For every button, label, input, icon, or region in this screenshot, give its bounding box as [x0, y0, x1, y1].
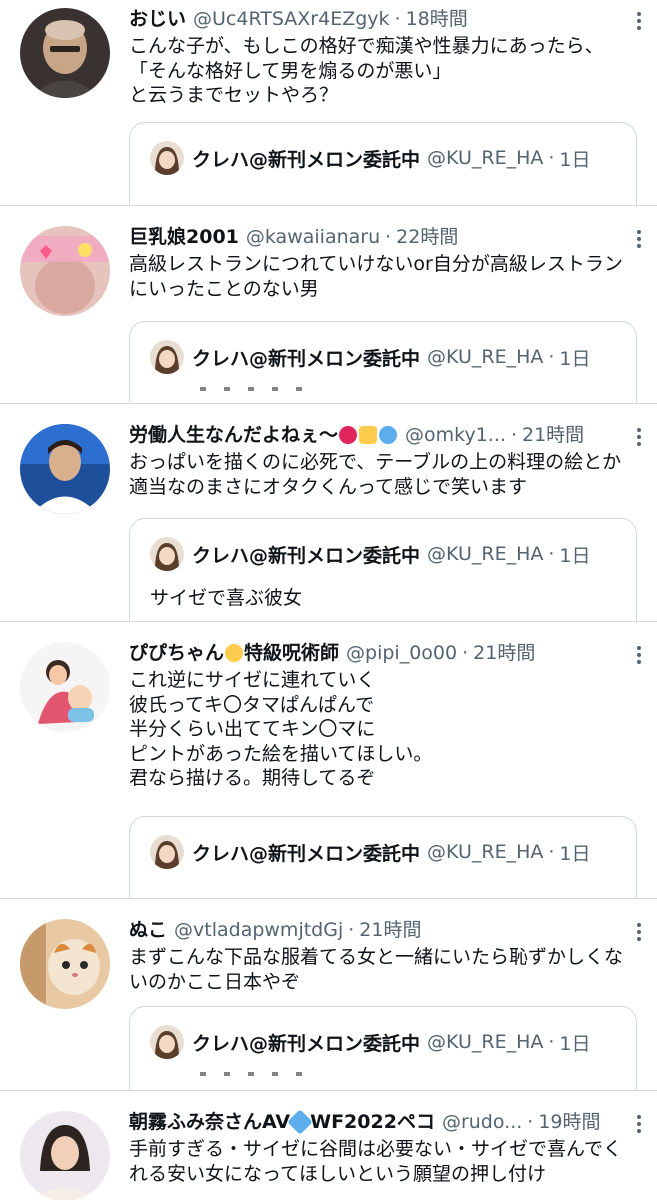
separator-dot: ·: [510, 424, 517, 446]
quoted-display-name: クレハ@新刊メロン委託中: [192, 1032, 421, 1055]
sweat-droplets-icon: [379, 426, 398, 444]
separator-dot: ·: [548, 841, 555, 863]
display-name[interactable]: 朝霧ふみ奈さんAV WF2022ペコ: [129, 1109, 435, 1135]
hatching-chick-icon: [225, 644, 244, 662]
tweet-header: ぬこ @vtladapwmjtdGj · 21時間: [129, 917, 637, 943]
quoted-avatar: [150, 835, 184, 869]
more-options-icon[interactable]: [631, 10, 647, 34]
tweet-header: 巨乳娘2001 @kawaiianaru · 22時間: [129, 224, 637, 250]
quoted-avatar: [150, 141, 184, 175]
tweet-text: これ逆にサイゼに連れていく 彼氏ってキ〇タマぱんぱんで 半分くらい出ててキン〇マ…: [129, 669, 433, 789]
display-name[interactable]: 労働人生なんだよねぇ〜: [129, 422, 398, 448]
separator-dot: ·: [462, 642, 469, 664]
separator-dot: ·: [385, 226, 392, 248]
user-handle[interactable]: @Uc4RTSAXr4EZgyk: [193, 6, 390, 32]
quoted-handle: @KU_RE_HA: [427, 147, 544, 169]
quoted-tweet[interactable]: クレハ@新刊メロン委託中 @KU_RE_HA · 1日 サイゼで喜ぶ彼女: [129, 518, 637, 621]
quoted-text: サイゼで喜ぶ彼女: [150, 587, 303, 609]
tweet[interactable]: 巨乳娘2001 @kawaiianaru · 22時間 高級レストランにつれてい…: [0, 206, 657, 404]
quoted-timestamp: 1日: [559, 148, 591, 171]
tweet[interactable]: 労働人生なんだよねぇ〜 @omky1... · 21時間 おっぱいを描くのに必死…: [0, 404, 657, 622]
tweet[interactable]: ぴぴちゃん 特級呪術師 @pipi_0o00 · 21時間 これ逆にサイゼに連れて…: [0, 622, 657, 899]
more-options-icon[interactable]: [631, 426, 647, 450]
quoted-tweet[interactable]: クレハ@新刊メロン委託中 @KU_RE_HA · 1日: [129, 816, 637, 898]
tweet-header: おじい @Uc4RTSAXr4EZgyk · 18時間: [129, 6, 637, 32]
avatar[interactable]: [20, 424, 110, 514]
user-handle[interactable]: @rudo...: [442, 1109, 522, 1135]
more-options-icon[interactable]: [631, 1113, 647, 1137]
timestamp[interactable]: 21時間: [522, 422, 584, 448]
display-name[interactable]: おじい: [129, 6, 186, 32]
avatar[interactable]: [20, 642, 110, 732]
separator-dot: ·: [548, 1031, 555, 1053]
tweet-text: 手前すぎる・サイゼに谷間は必要ない・サイゼで喜んでくれる安い女になってほしいとい…: [129, 1138, 623, 1185]
display-name-suffix: 特級呪術師: [244, 642, 340, 664]
tweet-text: こんな子が、もしこの格好で痴漢や性暴力にあったら、 「そんな格好して男を煽るのが…: [129, 35, 604, 106]
timestamp[interactable]: 22時間: [396, 224, 458, 250]
quoted-text-clipped: [200, 1072, 320, 1076]
separator-dot: ·: [548, 346, 555, 368]
tweet[interactable]: おじい @Uc4RTSAXr4EZgyk · 18時間 こんな子が、もしこの格好…: [0, 0, 657, 206]
quoted-handle: @KU_RE_HA: [427, 1031, 544, 1053]
quoted-tweet[interactable]: クレハ@新刊メロン委託中 @KU_RE_HA · 1日: [129, 122, 637, 205]
user-handle[interactable]: @vtladapwmjtdGj: [174, 917, 343, 943]
quoted-display-name: クレハ@新刊メロン委託中: [192, 347, 421, 370]
avatar[interactable]: [20, 919, 110, 1009]
user-handle[interactable]: @omky1...: [405, 422, 506, 448]
quoted-tweet[interactable]: クレハ@新刊メロン委託中 @KU_RE_HA · 1日: [129, 1006, 637, 1090]
tweet-header: ぴぴちゃん 特級呪術師 @pipi_0o00 · 21時間: [129, 640, 637, 666]
tweet-text: 高級レストランにつれていけないor自分が高級レストランにいったことのない男: [129, 253, 623, 300]
display-name[interactable]: 巨乳娘2001: [129, 224, 239, 250]
tweet-header: 朝霧ふみ奈さんAV WF2022ペコ @rudo... · 19時間: [129, 1109, 637, 1135]
display-name-text: ぴぴちゃん: [129, 642, 225, 664]
quoted-display-name: クレハ@新刊メロン委託中: [192, 842, 421, 865]
quoted-timestamp: 1日: [559, 1032, 591, 1055]
user-handle[interactable]: @kawaiianaru: [246, 224, 380, 250]
quoted-avatar: [150, 1025, 184, 1059]
quoted-display-name: クレハ@新刊メロン委託中: [192, 544, 421, 567]
timestamp[interactable]: 21時間: [359, 917, 421, 943]
separator-dot: ·: [548, 147, 555, 169]
tweet-header: 労働人生なんだよねぇ〜 @omky1... · 21時間: [129, 422, 637, 448]
separator-dot: ·: [348, 919, 355, 941]
quoted-avatar: [150, 537, 184, 571]
timestamp[interactable]: 19時間: [538, 1109, 600, 1135]
timeline-feed: おじい @Uc4RTSAXr4EZgyk · 18時間 こんな子が、もしこの格好…: [0, 0, 657, 1200]
quoted-text-clipped: [200, 387, 320, 391]
quoted-avatar: [150, 340, 184, 374]
quoted-timestamp: 1日: [559, 544, 591, 567]
separator-dot: ·: [394, 8, 401, 30]
separator-dot: ·: [548, 543, 555, 565]
tweet[interactable]: 朝霧ふみ奈さんAV WF2022ペコ @rudo... · 19時間 手前すぎる・…: [0, 1091, 657, 1200]
angry-face-icon: [339, 426, 358, 444]
display-name-text: 労働人生なんだよねぇ〜: [129, 424, 339, 446]
quoted-handle: @KU_RE_HA: [427, 346, 544, 368]
avatar[interactable]: [20, 226, 110, 316]
tweet-text: まずこんな下品な服着てる女と一緒にいたら恥ずかしくないのかここ日本やぞ: [129, 946, 624, 993]
quoted-tweet[interactable]: クレハ@新刊メロン委託中 @KU_RE_HA · 1日: [129, 321, 637, 403]
avatar[interactable]: [20, 1111, 110, 1200]
timestamp[interactable]: 18時間: [406, 6, 468, 32]
quoted-handle: @KU_RE_HA: [427, 841, 544, 863]
user-handle[interactable]: @pipi_0o00: [346, 640, 457, 666]
more-options-icon[interactable]: [631, 921, 647, 945]
display-name-suffix: WF2022ペコ: [310, 1111, 435, 1133]
quoted-display-name: クレハ@新刊メロン委託中: [192, 148, 421, 171]
tweet[interactable]: ぬこ @vtladapwmjtdGj · 21時間 まずこんな下品な服着てる女と…: [0, 899, 657, 1091]
quoted-handle: @KU_RE_HA: [427, 543, 544, 565]
more-options-icon[interactable]: [631, 644, 647, 668]
display-name[interactable]: ぬこ: [129, 917, 167, 943]
more-options-icon[interactable]: [631, 228, 647, 252]
quoted-timestamp: 1日: [559, 347, 591, 370]
display-name-text: 朝霧ふみ奈さんAV: [129, 1111, 291, 1133]
separator-dot: ·: [527, 1111, 534, 1133]
avatar[interactable]: [20, 8, 110, 98]
timestamp[interactable]: 21時間: [473, 640, 535, 666]
raised-hand-icon: [359, 426, 378, 444]
tweet-text: おっぱいを描くのに必死で、テーブルの上の料理の絵とか適当なのまさにオタクくんって…: [129, 451, 622, 498]
display-name[interactable]: ぴぴちゃん 特級呪術師: [129, 640, 339, 666]
quoted-timestamp: 1日: [559, 842, 591, 865]
